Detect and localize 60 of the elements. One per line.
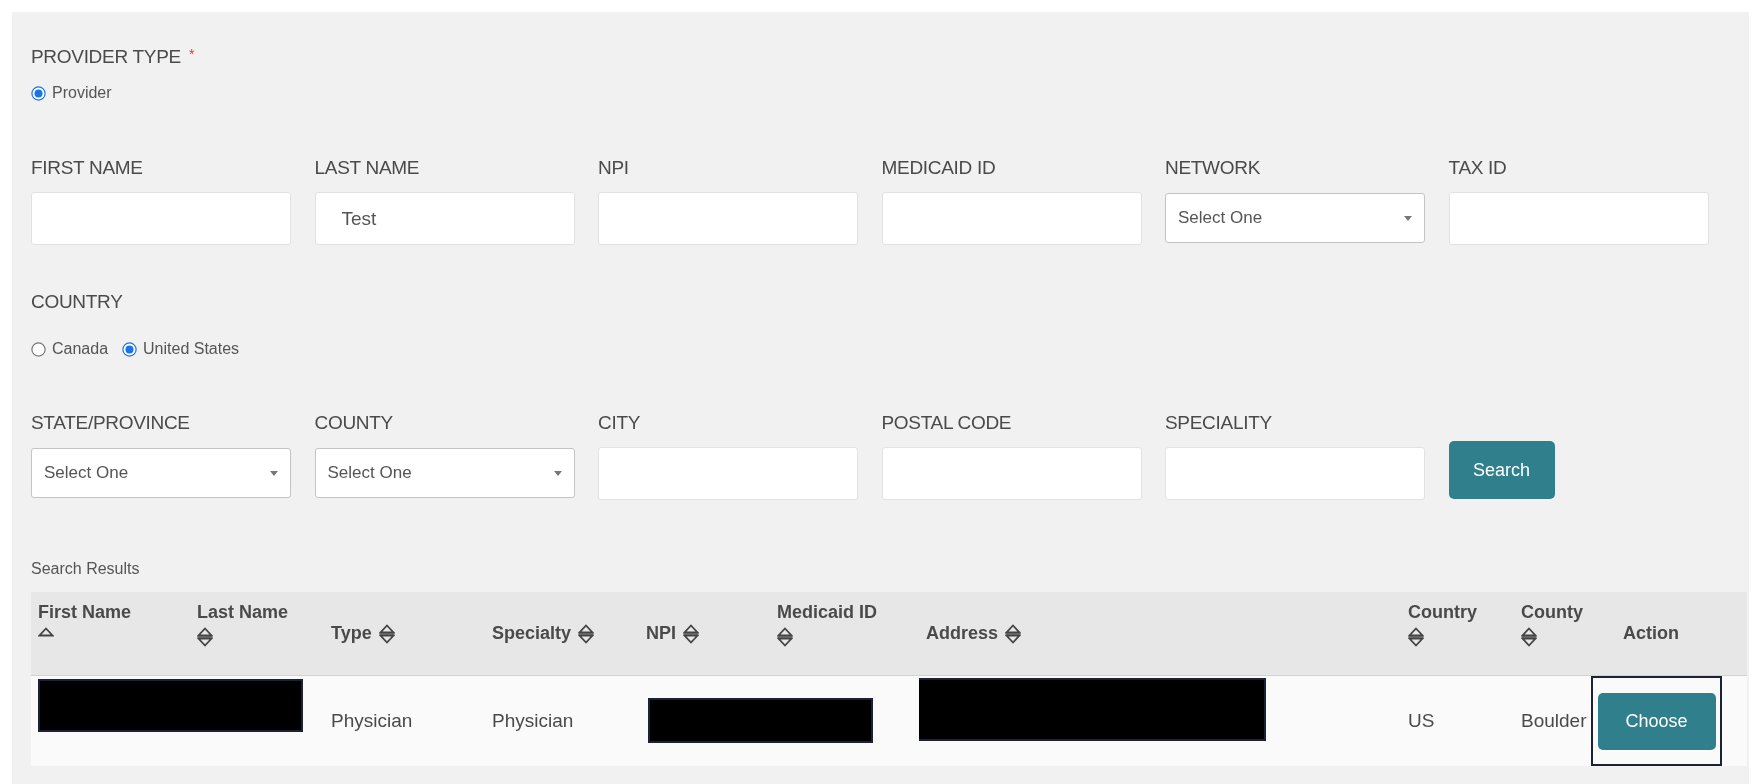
radio-label[interactable]: Provider — [52, 84, 112, 102]
column-header: Medicaid ID — [770, 592, 919, 676]
text-input[interactable] — [598, 192, 858, 245]
column-header: First Name — [31, 592, 190, 676]
required-mark: * — [188, 46, 195, 62]
sort-icon[interactable] — [578, 623, 595, 644]
section-label: PROVIDER TYPE — [31, 46, 181, 68]
field-label: LAST NAME — [314, 157, 421, 179]
table-cell: Physician — [331, 710, 413, 732]
column-header: Action — [1616, 592, 1747, 676]
radio-label[interactable]: Canada — [52, 340, 109, 358]
field-label: CITY — [598, 412, 642, 434]
radio-label[interactable]: United States — [143, 340, 240, 358]
section-label: COUNTRY — [31, 291, 123, 312]
column-header: Country — [1401, 592, 1514, 676]
text-input[interactable]: Test — [314, 192, 575, 245]
text-input[interactable] — [881, 447, 1142, 500]
caret-icon — [1404, 215, 1412, 221]
search-button[interactable]: Search — [1448, 441, 1555, 499]
column-header: Specialty — [485, 592, 639, 676]
field-label: MEDICAID ID — [881, 157, 997, 179]
select-dropdown[interactable]: Select One — [314, 448, 575, 498]
field-label: STATE/PROVINCE — [31, 412, 191, 434]
text-input[interactable] — [1448, 192, 1709, 245]
choose-button[interactable]: Choose — [1597, 692, 1716, 750]
column-header: Type — [324, 592, 485, 676]
table-cell: Boulder — [1521, 710, 1587, 732]
text-input[interactable] — [881, 192, 1142, 245]
column-header: NPI — [639, 592, 770, 676]
sort-icon[interactable] — [1521, 627, 1537, 647]
sort-icon[interactable] — [38, 627, 54, 637]
sort-icon[interactable] — [1408, 627, 1424, 647]
field-label: FIRST NAME — [31, 157, 144, 179]
field-label: POSTAL CODE — [881, 412, 1013, 434]
sort-icon[interactable] — [1005, 623, 1022, 644]
sort-icon[interactable] — [777, 627, 793, 647]
table-cell: US — [1408, 710, 1435, 732]
caret-icon — [553, 470, 562, 476]
sort-icon[interactable] — [683, 623, 699, 644]
field-label: COUNTY — [314, 412, 394, 434]
field-label: SPECIALITY — [1165, 412, 1273, 434]
column-header: Address — [919, 592, 1401, 676]
text-input[interactable] — [598, 447, 858, 500]
text-input[interactable] — [31, 192, 291, 245]
results-title: Search Results — [31, 560, 141, 578]
column-header: County — [1514, 592, 1616, 676]
sort-icon[interactable] — [197, 627, 213, 647]
field-label: TAX ID — [1448, 157, 1508, 179]
select-dropdown[interactable]: Select One — [1165, 193, 1425, 243]
text-input[interactable] — [1165, 447, 1425, 500]
caret-icon — [270, 470, 278, 476]
radio-button[interactable] — [31, 85, 46, 101]
radio-button[interactable] — [122, 341, 138, 357]
column-header: Last Name — [190, 592, 324, 676]
select-dropdown[interactable]: Select One — [31, 448, 291, 498]
radio-button[interactable] — [31, 341, 46, 357]
sort-icon[interactable] — [378, 623, 395, 644]
field-label: NETWORK — [1165, 157, 1261, 179]
field-label: NPI — [598, 157, 630, 179]
table-cell: Physician — [492, 710, 574, 732]
